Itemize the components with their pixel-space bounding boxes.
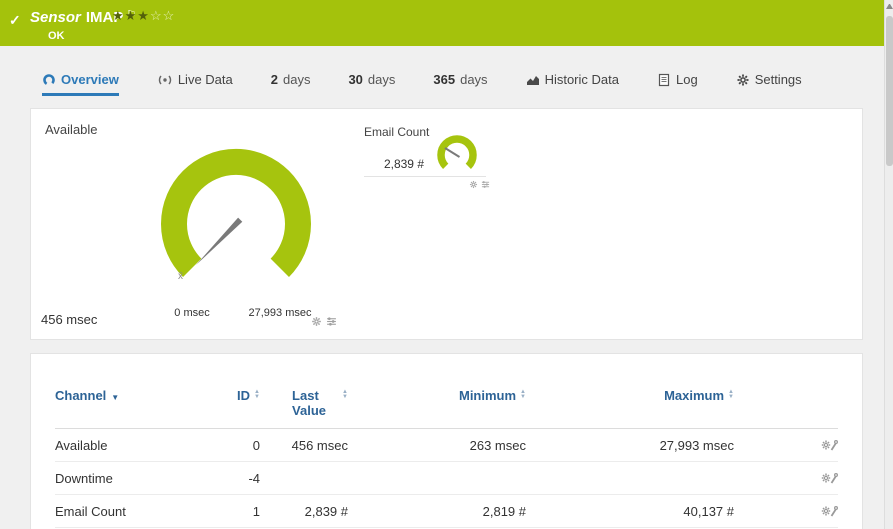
scrollbar-thumb[interactable] <box>886 16 893 166</box>
sensor-kind-label: Sensor <box>30 9 81 26</box>
scrollbar-track[interactable] <box>884 0 893 529</box>
channels-panel: Channel ▼ ID ▲ ▼ Last Value ▲ ▼ Minimum ▲ ▼ … <box>30 353 863 529</box>
tab-number: 2 <box>270 72 278 87</box>
gauge-available-label: Available <box>45 122 98 137</box>
tab-label: Live Data <box>177 72 233 87</box>
sort-desc-icon[interactable]: ▼ <box>111 393 119 402</box>
channel-last-value: 2,839 # <box>304 503 348 519</box>
email-count-gauge <box>437 135 477 169</box>
tab-2-days[interactable]: 2 days <box>271 72 311 96</box>
table-row: Downtime -4 <box>55 462 838 495</box>
channel-id: -4 <box>248 470 260 486</box>
channel-maximum: 27,993 msec <box>659 437 734 453</box>
gauge-options-sliders-icon[interactable] <box>326 316 337 327</box>
header-label: Minimum <box>458 388 517 403</box>
tab-label: Settings <box>754 72 802 87</box>
channel-name: Email Count <box>55 503 126 519</box>
channel-settings-icon[interactable] <box>821 439 838 452</box>
scrollbar-up-arrow[interactable] <box>885 4 893 9</box>
table-row: Available 0 456 msec 263 msec 27,993 mse… <box>55 429 838 462</box>
column-header-minimum[interactable]: Minimum ▲ ▼ <box>348 388 526 403</box>
channel-name: Available <box>55 437 108 453</box>
tab-label: Log <box>675 72 698 87</box>
status-badge: OK <box>48 30 65 42</box>
gauges-panel: Available x̄ 0 msec 27,993 msec 456 msec… <box>30 108 863 340</box>
tab-number: 30 <box>348 72 363 87</box>
channel-id: 0 <box>252 437 260 453</box>
gauge-settings-gear-icon[interactable] <box>311 316 322 327</box>
channel-settings-icon[interactable] <box>821 472 838 485</box>
tab-settings[interactable]: Settings <box>736 72 802 96</box>
sensor-header: ✓ Sensor IMAP ⚐ ★★★☆☆ OK <box>0 0 893 46</box>
tab-label: days <box>460 72 488 87</box>
table-row: Email Count 1 2,839 # 2,819 # 40,137 # <box>55 495 838 528</box>
tab-bar: Overview Live Data 2 days 30 days 365 da… <box>0 46 893 96</box>
log-icon <box>658 73 670 86</box>
gauge-email-label: Email Count <box>364 125 430 139</box>
header-label: Maximum <box>664 388 725 403</box>
status-check-icon: ✓ <box>9 12 21 28</box>
tab-30-days[interactable]: 30 days <box>348 72 395 96</box>
tab-log[interactable]: Log <box>657 72 698 96</box>
channel-id: 1 <box>252 503 260 519</box>
tab-label: days <box>282 72 311 87</box>
broadcast-icon <box>158 75 171 84</box>
tab-label: days <box>367 72 396 87</box>
tab-label: Historic Data <box>544 72 619 87</box>
gauge-email-value: 2,839 # <box>383 157 424 171</box>
stars-empty[interactable]: ☆☆ <box>150 8 175 23</box>
column-header-last-value[interactable]: Last Value ▲ ▼ <box>260 388 348 418</box>
tab-label: Overview <box>61 72 119 87</box>
gear-icon <box>737 74 749 85</box>
gauge-mean-marker: x̄ <box>178 271 183 282</box>
column-header-maximum[interactable]: Maximum ▲ ▼ <box>526 388 734 403</box>
gauge-available-value: 456 msec <box>41 312 98 327</box>
channel-minimum: 263 msec <box>469 437 526 453</box>
channel-last-value: 456 msec <box>291 437 348 453</box>
channel-table-header: Channel ▼ ID ▲ ▼ Last Value ▲ ▼ Minimum ▲ ▼ … <box>55 388 838 429</box>
channel-name: Downtime <box>55 470 113 486</box>
gauge-icon <box>43 73 55 86</box>
gauge-settings-gear-icon[interactable] <box>469 180 478 189</box>
stars-filled[interactable]: ★★★ <box>112 8 150 23</box>
header-label: Channel <box>55 388 107 403</box>
gauge-options-sliders-icon[interactable] <box>481 180 490 189</box>
priority-stars[interactable]: ★★★☆☆ <box>112 8 175 24</box>
channel-settings-icon[interactable] <box>821 505 838 518</box>
gauge-min-label: 0 msec <box>174 307 210 319</box>
channel-maximum: 40,137 # <box>683 503 734 519</box>
tab-overview[interactable]: Overview <box>42 72 119 96</box>
available-gauge: x̄ <box>161 149 311 282</box>
header-label: ID <box>237 388 251 403</box>
area-chart-icon <box>526 75 539 85</box>
sort-icons[interactable]: ▲ ▼ <box>728 389 734 400</box>
tab-live-data[interactable]: Live Data <box>157 72 233 96</box>
tab-number: 365 <box>433 72 456 87</box>
header-label: Last Value <box>292 388 327 418</box>
channel-minimum: 2,819 # <box>482 503 526 519</box>
tab-365-days[interactable]: 365 days <box>433 72 487 96</box>
column-header-id[interactable]: ID ▲ ▼ <box>205 388 260 403</box>
tab-historic-data[interactable]: Historic Data <box>526 72 619 96</box>
column-header-channel[interactable]: Channel ▼ <box>55 388 205 403</box>
